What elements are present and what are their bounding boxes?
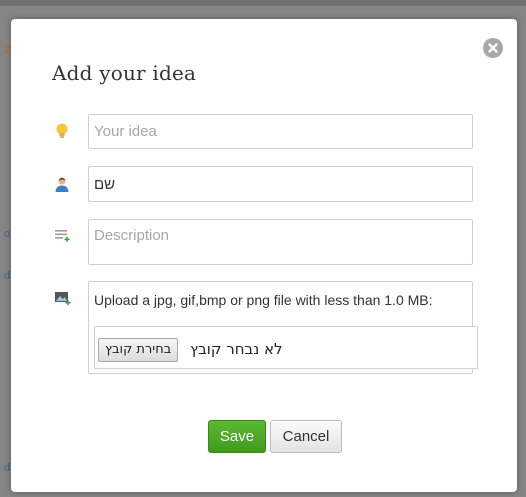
background-marker: d: [4, 462, 11, 474]
save-button[interactable]: Save: [208, 420, 266, 453]
lightbulb-icon: [53, 122, 71, 140]
user-icon: [53, 175, 71, 193]
add-idea-dialog: Add your idea Your idea שם Description U…: [11, 19, 517, 492]
file-status-text: לא נבחר קובץ: [190, 340, 283, 358]
idea-input[interactable]: [88, 114, 473, 149]
upload-panel: Upload a jpg, gif,bmp or png file with l…: [88, 281, 478, 374]
upload-instructions: Upload a jpg, gif,bmp or png file with l…: [94, 292, 433, 308]
name-input[interactable]: [88, 166, 473, 202]
background-header: [0, 0, 526, 6]
close-circle-icon: [488, 43, 498, 53]
background-marker: o: [4, 228, 11, 240]
background-marker: d: [4, 270, 11, 282]
add-list-icon: [53, 227, 71, 245]
dialog-title: Add your idea: [52, 61, 197, 85]
close-button[interactable]: [483, 38, 503, 58]
cancel-button[interactable]: Cancel: [270, 420, 342, 453]
file-picker[interactable]: בחירת קובץ לא נבחר קובץ: [94, 326, 478, 369]
description-input[interactable]: [88, 219, 473, 265]
choose-file-button[interactable]: בחירת קובץ: [98, 338, 179, 362]
background-marker: 2: [4, 44, 11, 56]
add-image-icon: [53, 289, 71, 307]
